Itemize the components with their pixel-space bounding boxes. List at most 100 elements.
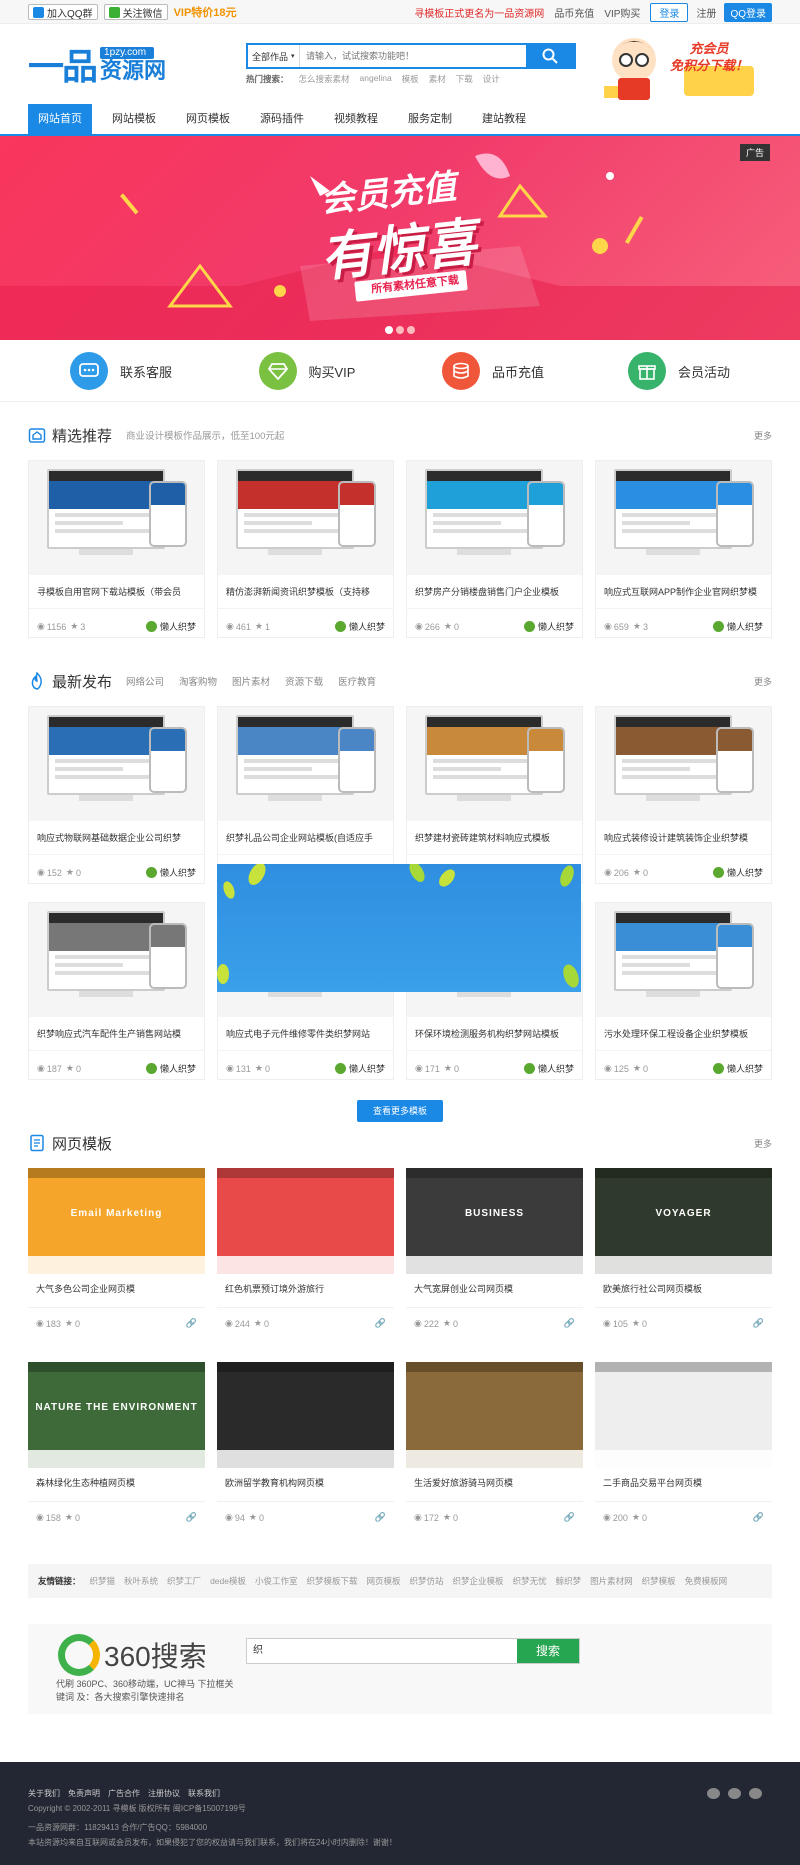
friend-link[interactable]: 织梦企业模板 — [453, 1575, 504, 1587]
nav-home[interactable]: 网站首页 — [28, 104, 92, 134]
link-icon[interactable]: 🔗 — [186, 1318, 197, 1329]
ad-360-search-input[interactable]: 织 — [247, 1639, 517, 1663]
wechat-button[interactable]: 关注微信 — [103, 4, 168, 20]
hot-search-link[interactable]: 模板 — [402, 73, 419, 85]
webpage-card[interactable]: BUSINESS 大气宽屏创业公司网页模 ◉ 222 ★ 0 🔗 — [406, 1168, 583, 1350]
author[interactable]: 懒人织梦 — [523, 620, 574, 633]
template-card[interactable]: 织梦建材瓷砖建筑材料响应式模板◉★懒人织梦 — [406, 706, 583, 884]
hot-search-link[interactable]: 下载 — [456, 73, 473, 85]
template-card[interactable]: 织梦礼品公司企业网站模板(自适应手◉★ — [217, 706, 394, 884]
author[interactable]: 懒人织梦 — [334, 620, 385, 633]
vip-promo-link[interactable]: VIP特价18元 — [174, 4, 237, 20]
webpage-card[interactable]: 欧洲留学教育机构网页模 ◉ 94 ★ 0 🔗 — [217, 1362, 394, 1544]
template-card[interactable]: 精仿澎湃新闻资讯织梦模板（支持移 ◉ 461 ★ 1 懒人织梦 — [217, 460, 394, 638]
webpage-card[interactable]: Email Marketing 大气多色公司企业网页模 ◉ 183 ★ 0 🔗 — [28, 1168, 205, 1350]
service-events[interactable]: 会员活动 — [586, 352, 772, 390]
friend-link[interactable]: 织梦仿站 — [410, 1575, 444, 1587]
promo-banner[interactable]: 会员充值 有惊喜 所有素材任意下载 广告 — [0, 136, 800, 340]
hot-search-link[interactable]: 怎么搜索素材 — [299, 73, 350, 85]
nav-site-templates[interactable]: 网站模板 — [102, 104, 166, 134]
carousel-dot[interactable] — [396, 326, 404, 334]
search-category-select[interactable]: 全部作品 ▾ — [248, 45, 300, 67]
template-card[interactable]: 响应式物联网基础数据企业公司织梦 ◉ 152 ★ 0 懒人织梦 — [28, 706, 205, 884]
author[interactable]: 懒人织梦 — [712, 866, 763, 879]
webpage-card[interactable]: 生活爱好旅游骑马网页模 ◉ 172 ★ 0 🔗 — [406, 1362, 583, 1544]
author[interactable]: 懒人织梦 — [712, 620, 763, 633]
author[interactable]: 懒人织梦 — [712, 1062, 763, 1075]
template-card[interactable]: 污水处理环保工程设备企业织梦模板 ◉ 125 ★ 0 懒人织梦 — [595, 902, 772, 1080]
webpage-more-link[interactable]: 更多 — [754, 1137, 772, 1150]
nav-site-tutorials[interactable]: 建站教程 — [472, 104, 536, 134]
login-button[interactable]: 登录 — [650, 2, 689, 22]
latest-tab[interactable]: 资源下载 — [285, 674, 323, 688]
friend-link[interactable]: 秋叶系统 — [124, 1575, 158, 1587]
search-input[interactable] — [300, 45, 526, 67]
author[interactable]: 懒人织梦 — [334, 1062, 385, 1075]
load-more-button[interactable]: 查看更多模板 — [357, 1100, 443, 1122]
service-support[interactable]: 联系客服 — [28, 352, 214, 390]
friend-link[interactable]: 织梦无忧 — [513, 1575, 547, 1587]
friend-link[interactable]: 网页模板 — [367, 1575, 401, 1587]
featured-more-link[interactable]: 更多 — [754, 429, 772, 442]
footer-link[interactable]: 联系我们 — [188, 1786, 220, 1801]
ad-360-search-button[interactable]: 搜索 — [517, 1639, 579, 1663]
friend-link[interactable]: 鲸织梦 — [556, 1575, 582, 1587]
carousel-dot[interactable] — [385, 326, 393, 334]
template-card[interactable]: 寻模板自用官网下载站模板（带会员 ◉ 1156 ★ 3 懒人织梦 — [28, 460, 205, 638]
latest-tab[interactable]: 医疗教育 — [338, 674, 376, 688]
nav-page-templates[interactable]: 网页模板 — [176, 104, 240, 134]
rename-notice-link[interactable]: 寻模板正式更名为一品资源网 — [414, 5, 544, 20]
friend-link[interactable]: 织梦猫 — [90, 1575, 116, 1587]
author[interactable]: 懒人织梦 — [145, 1062, 196, 1075]
footer-link[interactable]: 广告合作 — [108, 1786, 140, 1801]
search-button[interactable] — [526, 45, 574, 67]
friend-link[interactable]: 织梦模板下载 — [307, 1575, 358, 1587]
weibo-icon[interactable] — [707, 1788, 720, 1799]
template-card[interactable]: 响应式互联网APP制作企业官网织梦模 ◉ 659 ★ 3 懒人织梦 — [595, 460, 772, 638]
author[interactable]: 懒人织梦 — [523, 1062, 574, 1075]
link-icon[interactable]: 🔗 — [753, 1318, 764, 1329]
friend-link[interactable]: 图片素材网 — [590, 1575, 633, 1587]
friend-link[interactable]: 织梦工厂 — [167, 1575, 201, 1587]
qq-group-button[interactable]: 加入QQ群 — [28, 4, 98, 20]
qq-login-button[interactable]: QQ登录 — [724, 2, 772, 22]
author[interactable]: 懒人织梦 — [145, 866, 196, 879]
nav-video-tutorials[interactable]: 视频教程 — [324, 104, 388, 134]
vip-mascot-banner[interactable]: 充会员 免积分下载！ — [584, 26, 772, 102]
footer-link[interactable]: 关于我们 — [28, 1786, 60, 1801]
friend-link[interactable]: 小俊工作室 — [255, 1575, 298, 1587]
nav-source-plugins[interactable]: 源码插件 — [250, 104, 314, 134]
register-link[interactable]: 注册 — [696, 5, 716, 20]
link-icon[interactable]: 🔗 — [375, 1512, 386, 1523]
service-vip[interactable]: 购买VIP — [214, 352, 400, 390]
wechat-icon[interactable] — [749, 1788, 762, 1799]
latest-tab[interactable]: 图片素材 — [232, 674, 270, 688]
latest-tab[interactable]: 淘客购物 — [179, 674, 217, 688]
overlay-ad-popup[interactable] — [217, 864, 581, 992]
template-card[interactable]: 响应式装修设计建筑装饰企业织梦模 ◉ 206 ★ 0 懒人织梦 — [595, 706, 772, 884]
service-recharge[interactable]: 品币充值 — [400, 352, 586, 390]
link-icon[interactable]: 🔗 — [564, 1318, 575, 1329]
friend-link[interactable]: dede模板 — [210, 1575, 246, 1587]
author[interactable]: 懒人织梦 — [145, 620, 196, 633]
site-logo[interactable]: 一品 1pzy.com 资源网 — [28, 38, 240, 90]
link-icon[interactable]: 🔗 — [186, 1512, 197, 1523]
footer-link[interactable]: 免责声明 — [68, 1786, 100, 1801]
qq-icon[interactable] — [728, 1788, 741, 1799]
recharge-link[interactable]: 品币充值 — [554, 5, 594, 20]
hot-search-link[interactable]: 素材 — [429, 73, 446, 85]
link-icon[interactable]: 🔗 — [753, 1512, 764, 1523]
webpage-card[interactable]: NATURE THE ENVIRONMENT 森林绿化生态种植网页模 ◉ 158 ★ 0 🔗 — [28, 1362, 205, 1544]
webpage-card[interactable]: 红色机票预订境外游旅行 ◉ 244 ★ 0 🔗 — [217, 1168, 394, 1350]
webpage-card[interactable]: 二手商品交易平台网页模 ◉ 200 ★ 0 🔗 — [595, 1362, 772, 1544]
friend-link[interactable]: 免费模板网 — [685, 1575, 728, 1587]
link-icon[interactable]: 🔗 — [375, 1318, 386, 1329]
hot-search-link[interactable]: 设计 — [483, 73, 500, 85]
vip-buy-link[interactable]: VIP购买 — [604, 5, 640, 20]
friend-link[interactable]: 织梦模板 — [642, 1575, 676, 1587]
footer-link[interactable]: 注册协议 — [148, 1786, 180, 1801]
latest-more-link[interactable]: 更多 — [754, 675, 772, 688]
link-icon[interactable]: 🔗 — [564, 1512, 575, 1523]
template-card[interactable]: 织梦房产分销楼盘销售门户企业模板 ◉ 266 ★ 0 懒人织梦 — [406, 460, 583, 638]
webpage-card[interactable]: VOYAGER 欧美旅行社公司网页模板 ◉ 105 ★ 0 🔗 — [595, 1168, 772, 1350]
